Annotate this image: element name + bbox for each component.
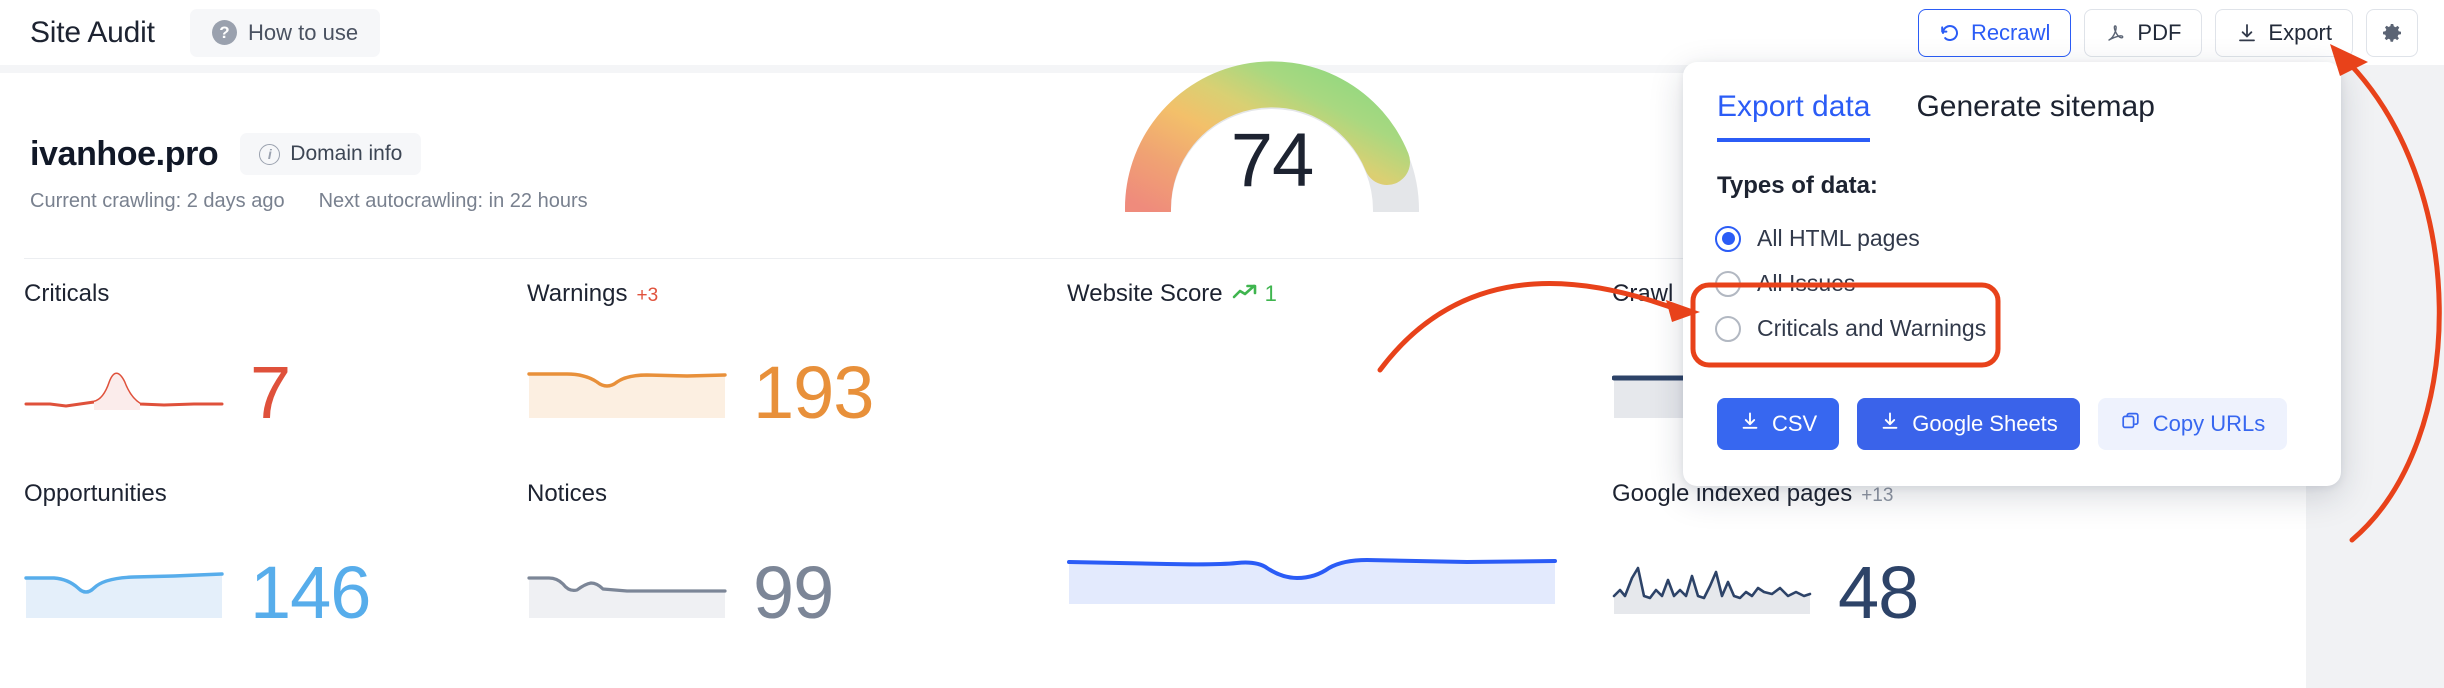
metric-value-criticals: 7 bbox=[250, 351, 291, 435]
recrawl-button[interactable]: Recrawl bbox=[1917, 8, 2072, 57]
pdf-label: PDF bbox=[2137, 19, 2182, 45]
metric-title-criticals: Criticals bbox=[24, 280, 110, 307]
metric-value-google-indexed-pages: 48 bbox=[1838, 551, 1919, 635]
tab-generate-sitemap[interactable]: Generate sitemap bbox=[1916, 90, 2154, 142]
copy-urls-label: Copy URLs bbox=[2152, 411, 2266, 436]
website-score-value: 74 bbox=[1230, 118, 1315, 203]
pdf-icon bbox=[2105, 22, 2127, 44]
metric-title-warnings: Warnings bbox=[527, 280, 628, 307]
next-autocrawling-status: Next autocrawling: in 22 hours bbox=[318, 190, 588, 212]
sparkline-notices bbox=[527, 534, 727, 624]
sparkline-criticals bbox=[24, 334, 224, 424]
export-data-popup: Export data Generate sitemap Types of da… bbox=[1683, 62, 2341, 486]
export-button[interactable]: Export bbox=[2215, 8, 2353, 57]
recrawl-label: Recrawl bbox=[1970, 19, 2051, 45]
radio-icon-all-issues[interactable] bbox=[1715, 270, 1741, 297]
radio-option-all-html-pages[interactable]: All HTML pages bbox=[1715, 216, 2341, 261]
metric-delta-warnings: +3 bbox=[636, 285, 659, 306]
info-icon: i bbox=[259, 143, 281, 165]
google-sheets-export-label: Google Sheets bbox=[1912, 411, 2058, 436]
metric-delta-google-indexed-pages: +13 bbox=[1861, 485, 1894, 506]
download-icon bbox=[1739, 410, 1761, 438]
refresh-icon bbox=[1939, 22, 1961, 44]
radio-label-all-html-pages: All HTML pages bbox=[1757, 225, 1920, 251]
pdf-button[interactable]: PDF bbox=[2084, 8, 2203, 57]
sparkline-opportunities bbox=[24, 534, 224, 624]
popup-action-buttons: CSV Google Sheets Copy URLs bbox=[1717, 398, 2288, 450]
tab-export-data[interactable]: Export data bbox=[1717, 90, 1871, 142]
domain-info-button[interactable]: i Domain info bbox=[240, 133, 422, 175]
download-icon bbox=[1879, 410, 1901, 438]
settings-button[interactable] bbox=[2366, 8, 2418, 57]
metric-title-notices: Notices bbox=[527, 480, 608, 507]
radio-icon-all-html-pages[interactable] bbox=[1715, 225, 1741, 252]
toolbar-actions: Recrawl PDF Export bbox=[1917, 8, 2418, 57]
metric-title-opportunities: Opportunities bbox=[24, 480, 167, 507]
types-of-data-options: All HTML pages All Issues Criticals and … bbox=[1715, 216, 2341, 351]
popup-tabs: Export data Generate sitemap bbox=[1683, 62, 2341, 142]
domain-info-label: Domain info bbox=[290, 142, 403, 165]
copy-urls-button[interactable]: Copy URLs bbox=[2097, 398, 2288, 450]
csv-export-label: CSV bbox=[1772, 411, 1818, 436]
trend-up-icon bbox=[1232, 280, 1258, 308]
metrics-row-bottom: Opportunities 146 Notices 99 Google inde… bbox=[0, 480, 2444, 680]
site-audit-page: Site Audit ? How to use Recrawl PDF Expo… bbox=[0, 0, 2444, 688]
metric-card-google-indexed-pages[interactable]: Google indexed pages +13 48 bbox=[1612, 480, 1919, 635]
radio-option-all-issues[interactable]: All Issues bbox=[1715, 261, 2341, 306]
radio-icon-criticals-and-warnings[interactable] bbox=[1715, 315, 1741, 342]
metric-card-opportunities[interactable]: Opportunities 146 bbox=[24, 480, 371, 635]
how-to-use-button[interactable]: ? How to use bbox=[190, 8, 381, 57]
metric-card-notices[interactable]: Notices 99 bbox=[527, 480, 834, 635]
metric-card-warnings[interactable]: Warnings +3 193 bbox=[527, 280, 874, 435]
how-to-use-label: How to use bbox=[248, 19, 359, 45]
metric-title-crawled-pages: Crawl bbox=[1612, 280, 1674, 307]
gear-icon bbox=[2380, 21, 2404, 45]
sparkline-website-score bbox=[1067, 548, 1557, 608]
sparkline-warnings bbox=[527, 334, 727, 424]
domain-name: ivanhoe.pro bbox=[30, 134, 219, 173]
metric-value-notices: 99 bbox=[753, 551, 834, 635]
csv-export-button[interactable]: CSV bbox=[1717, 398, 1840, 450]
trend-up-value: 1 bbox=[1264, 281, 1277, 306]
download-icon bbox=[2236, 22, 2258, 44]
radio-label-all-issues: All Issues bbox=[1757, 270, 1856, 296]
copy-icon bbox=[2120, 410, 2142, 438]
metric-title-website-score: Website Score bbox=[1067, 280, 1223, 307]
export-label: Export bbox=[2268, 19, 2332, 45]
metric-card-criticals[interactable]: Criticals 7 bbox=[24, 280, 291, 435]
sparkline-google-indexed-pages bbox=[1612, 534, 1812, 624]
website-score-gauge: 74 bbox=[1122, 42, 1422, 233]
metric-value-warnings: 193 bbox=[753, 351, 874, 435]
website-score-sparkline-wrap bbox=[1067, 548, 1557, 608]
google-sheets-export-button[interactable]: Google Sheets bbox=[1857, 398, 2080, 450]
metric-card-website-score[interactable]: Website Score 1 bbox=[1067, 280, 1277, 308]
trend-up-indicator: 1 bbox=[1232, 280, 1277, 308]
radio-label-criticals-and-warnings: Criticals and Warnings bbox=[1757, 315, 1987, 341]
domain-header: ivanhoe.pro i Domain info Current crawli… bbox=[30, 133, 588, 213]
page-title: Site Audit bbox=[30, 15, 155, 49]
types-of-data-label: Types of data: bbox=[1717, 172, 1878, 199]
metric-value-opportunities: 146 bbox=[250, 551, 371, 635]
current-crawling-status: Current crawling: 2 days ago bbox=[30, 190, 285, 212]
question-mark-icon: ? bbox=[212, 20, 237, 45]
radio-option-criticals-and-warnings[interactable]: Criticals and Warnings bbox=[1715, 306, 2341, 351]
